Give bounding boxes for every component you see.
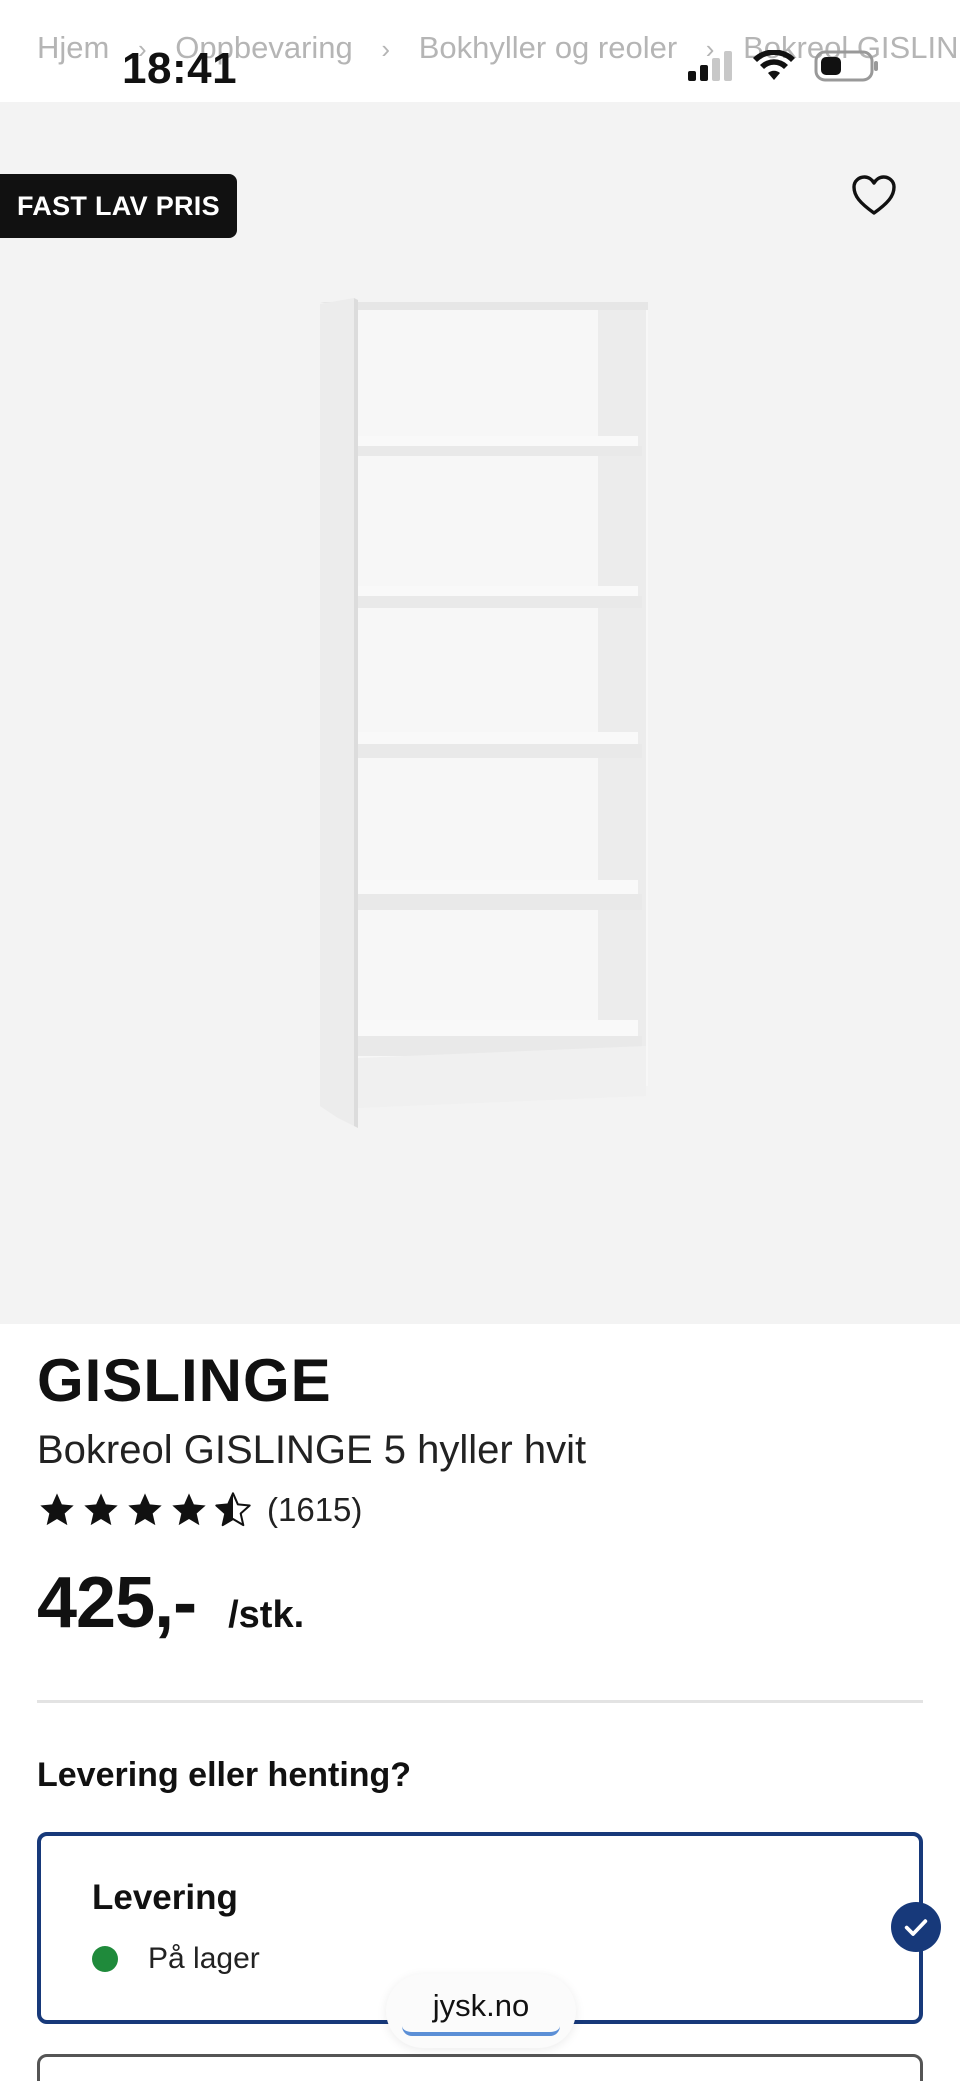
pickup-option-card[interactable] — [37, 2054, 923, 2081]
cellular-signal-icon — [688, 51, 732, 81]
rating-stars — [37, 1490, 253, 1530]
product-name: Bokreol GISLINGE 5 hyller hvit — [37, 1428, 587, 1472]
wifi-icon — [753, 50, 795, 80]
stock-status: På lager — [92, 1942, 260, 1976]
product-rating[interactable]: (1615) — [37, 1490, 362, 1530]
battery-icon — [814, 50, 878, 82]
in-stock-dot-icon — [92, 1946, 118, 1972]
star-filled-icon — [40, 1493, 74, 1526]
delivery-option-title: Levering — [92, 1878, 238, 1917]
bookshelf-product-image — [320, 298, 648, 1128]
star-half-icon — [215, 1492, 251, 1527]
status-icons — [686, 50, 880, 82]
product-price: 425,- — [37, 1563, 197, 1643]
chevron-right-icon: › — [381, 34, 391, 64]
stock-label: På lager — [148, 1942, 260, 1975]
browser-url-pill[interactable]: jysk.no — [386, 1974, 576, 2048]
status-time: 18:41 — [122, 44, 238, 93]
product-brand: GISLINGE — [37, 1347, 332, 1414]
top-bar: Hjem › Oppbevaring › Bokhyller og reoler… — [0, 0, 960, 102]
product-image-area[interactable]: FAST LAV PRIS — [0, 102, 960, 1324]
loading-indicator — [402, 2026, 560, 2036]
star-filled-icon — [128, 1493, 162, 1526]
divider — [37, 1700, 923, 1703]
price-row: 425,- /stk. — [37, 1562, 304, 1644]
breadcrumb-item-home[interactable]: Hjem — [37, 30, 109, 66]
delivery-section-title: Levering eller henting? — [37, 1756, 412, 1794]
price-unit: /stk. — [228, 1594, 305, 1636]
review-count[interactable]: (1615) — [267, 1491, 362, 1529]
price-badge: FAST LAV PRIS — [0, 174, 237, 238]
checkmark-icon — [891, 1902, 941, 1952]
heart-outline-icon[interactable] — [850, 172, 898, 220]
browser-url: jysk.no — [432, 1988, 530, 2023]
breadcrumb-item-bookshelves[interactable]: Bokhyller og reoler — [419, 30, 677, 66]
star-filled-icon — [84, 1493, 118, 1526]
star-filled-icon — [172, 1493, 206, 1526]
